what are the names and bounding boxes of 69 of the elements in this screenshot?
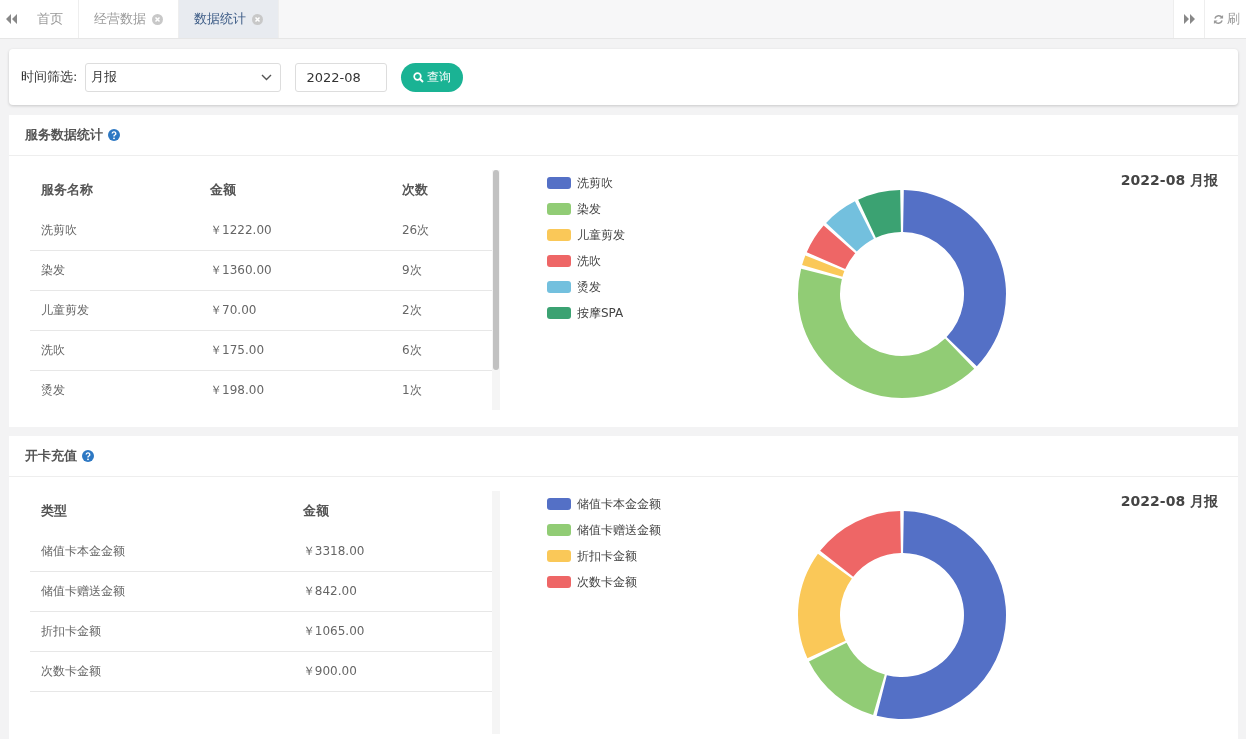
help-icon[interactable] — [108, 129, 120, 141]
legend-item[interactable]: 储值卡赠送金额 — [547, 521, 757, 539]
table-cell: 折扣卡金额 — [30, 611, 292, 651]
legend-swatch-icon — [547, 281, 571, 293]
date-field[interactable]: 2022-08 — [295, 62, 388, 92]
column-header: 金额 — [209, 181, 238, 199]
donut-slice[interactable] — [802, 255, 845, 277]
legend-item[interactable]: 儿童剪发 — [547, 226, 757, 244]
legend-swatch-icon — [547, 524, 571, 536]
close-icon[interactable] — [252, 13, 263, 25]
legend-swatch-icon — [547, 229, 571, 241]
donut-slice[interactable] — [806, 225, 856, 270]
chart-title: 2022-08 月报 — [1120, 172, 1218, 190]
period-select[interactable]: 月报 — [85, 62, 282, 92]
table-cell: 烫发 — [30, 370, 200, 410]
legend-item[interactable]: 按摩SPA — [547, 304, 757, 322]
table-cell: 储值卡赠送金额 — [30, 571, 292, 611]
double-left-arrow-icon[interactable] — [5, 14, 17, 24]
column-header: 类型 — [40, 502, 68, 520]
help-icon[interactable] — [82, 450, 94, 462]
legend-item[interactable]: 折扣卡金额 — [547, 547, 757, 565]
table-cell: 次数卡金额 — [30, 651, 292, 691]
legend-swatch-icon — [547, 203, 571, 215]
table-cell: ￥198.00 — [199, 370, 391, 410]
page-tab[interactable]: 数据统计 — [179, 0, 279, 38]
donut-slice[interactable] — [903, 190, 1006, 367]
legend-swatch-icon — [547, 576, 571, 588]
table-cell: ￥70.00 — [199, 290, 391, 330]
double-right-arrow-icon[interactable] — [1183, 14, 1195, 24]
table-cell: ￥1360.00 — [199, 250, 391, 290]
legend-swatch-icon — [547, 255, 571, 267]
legend-swatch-icon — [547, 177, 571, 189]
table-cell: 染发 — [30, 250, 200, 290]
panel-title: 服务数据统计 — [25, 126, 103, 144]
donut-slice[interactable] — [809, 642, 885, 715]
donut-slice[interactable] — [858, 190, 901, 238]
donut-slice[interactable] — [798, 268, 975, 398]
donut-slice[interactable] — [876, 511, 1006, 719]
scrollbar-track[interactable] — [492, 491, 500, 734]
legend-item[interactable]: 次数卡金额 — [547, 573, 757, 591]
legend-item[interactable]: 烫发 — [547, 278, 757, 296]
filter-label: 时间筛选: — [21, 68, 78, 86]
scrollbar-track[interactable] — [492, 170, 500, 410]
column-header: 金额 — [301, 502, 330, 520]
table-cell: 洗吹 — [30, 330, 200, 370]
column-header: 次数 — [400, 181, 429, 199]
scrollbar-thumb[interactable] — [493, 170, 499, 370]
close-icon[interactable] — [152, 13, 163, 25]
table-cell: 储值卡本金金额 — [30, 531, 292, 571]
table-cell: ￥175.00 — [199, 330, 391, 370]
legend-swatch-icon — [547, 550, 571, 562]
legend-item[interactable]: 染发 — [547, 200, 757, 218]
legend-item[interactable]: 洗剪吹 — [547, 174, 757, 192]
legend-item[interactable]: 储值卡本金金额 — [547, 495, 757, 513]
donut-slice[interactable] — [826, 201, 874, 252]
panel-title: 开卡充值 — [25, 447, 77, 465]
table-cell: ￥1222.00 — [199, 210, 391, 250]
refresh-icon — [1213, 13, 1224, 25]
chart-title: 2022-08 月报 — [1120, 493, 1218, 511]
donut-slice[interactable] — [798, 553, 852, 659]
search-icon — [413, 71, 425, 83]
legend-swatch-icon — [547, 307, 571, 319]
chevron-down-icon — [261, 73, 273, 81]
legend-item[interactable]: 洗吹 — [547, 252, 757, 270]
table-cell: 儿童剪发 — [30, 290, 200, 330]
legend-swatch-icon — [547, 498, 571, 510]
column-header: 服务名称 — [40, 181, 94, 199]
donut-slice[interactable] — [820, 511, 901, 577]
table-cell: 洗剪吹 — [30, 210, 200, 250]
